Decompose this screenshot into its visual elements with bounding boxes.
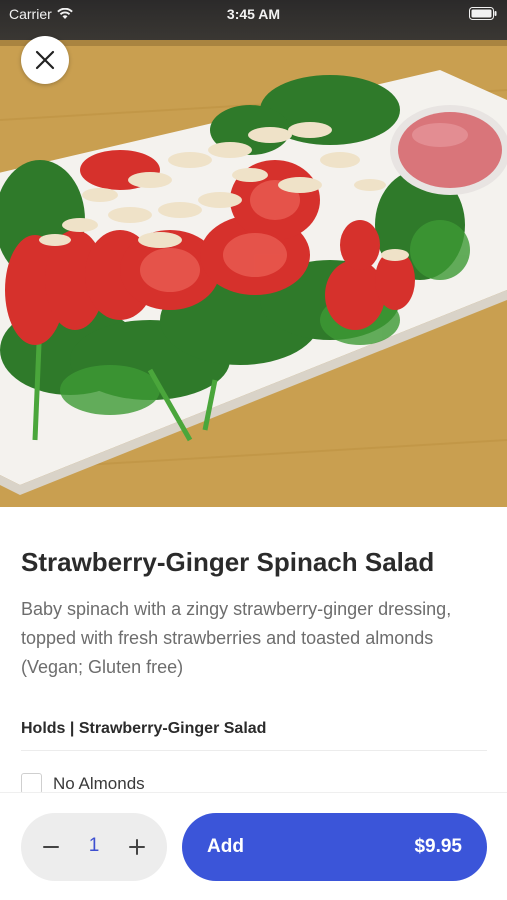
item-description: Baby spinach with a zingy strawberry-gin… xyxy=(21,599,452,677)
battery-icon xyxy=(469,7,497,23)
bottom-bar: 1 Add $9.95 xyxy=(0,792,507,900)
add-to-cart-button[interactable]: Add $9.95 xyxy=(182,813,487,881)
status-bar: Carrier 3:45 AM xyxy=(0,0,507,28)
minus-icon xyxy=(43,846,59,848)
plus-icon xyxy=(129,839,145,855)
option-no-almonds[interactable]: No Almonds xyxy=(21,773,145,794)
add-button-label: Add xyxy=(207,836,244,857)
quantity-stepper: 1 xyxy=(21,813,167,881)
option-label: No Almonds xyxy=(53,773,145,793)
status-time: 3:45 AM xyxy=(226,6,281,22)
increase-quantity-button[interactable] xyxy=(117,827,157,867)
close-icon xyxy=(35,50,55,70)
close-button[interactable] xyxy=(21,36,69,84)
item-title: Strawberry-Ginger Spinach Salad xyxy=(21,547,435,577)
divider xyxy=(21,750,487,751)
option-checkbox[interactable] xyxy=(21,773,42,794)
item-photo xyxy=(0,0,507,507)
add-button-price: $9.95 xyxy=(414,836,462,857)
decrease-quantity-button[interactable] xyxy=(31,827,71,867)
options-section-header: Holds | Strawberry-Ginger Salad xyxy=(21,720,267,737)
quantity-value: 1 xyxy=(88,835,100,856)
salad-photo-illustration xyxy=(0,40,507,507)
dressing-cup xyxy=(390,105,507,195)
